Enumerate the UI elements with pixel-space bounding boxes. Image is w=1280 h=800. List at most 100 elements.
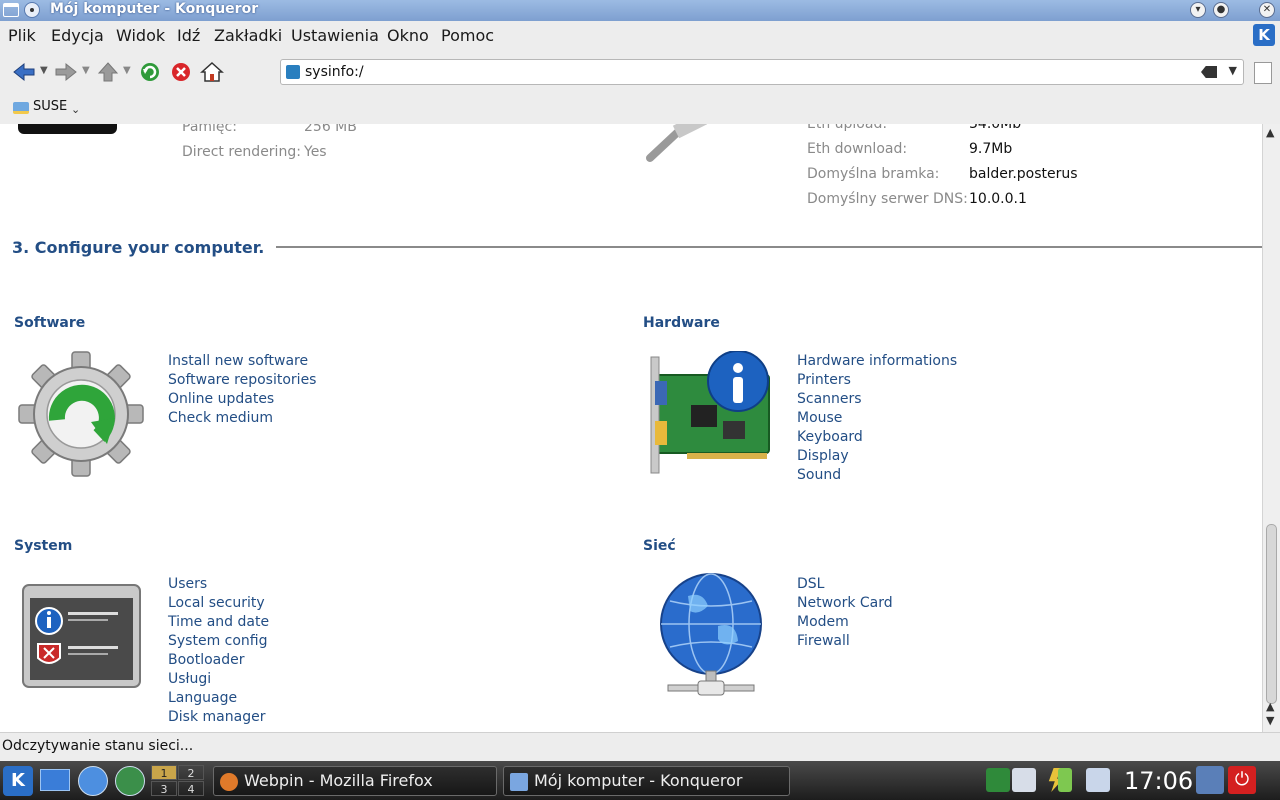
battery-icon[interactable] [1058,768,1072,792]
category-title-system[interactable]: System [14,538,72,554]
chevron-down-icon[interactable]: ⌄ [71,103,80,116]
link-printers[interactable]: Printers [797,372,851,388]
desktop-pager[interactable]: 1 2 3 4 [151,765,207,797]
folder-icon [13,102,29,114]
link-sound[interactable]: Sound [797,467,841,483]
kde-logo-icon: K [1253,24,1275,46]
network-monitor-icon[interactable] [1086,768,1110,792]
menu-go[interactable]: Idź [177,26,200,45]
vertical-scrollbar[interactable]: ▲ ▲ ▼ [1262,124,1280,732]
link-services[interactable]: Usługi [168,671,211,687]
task-firefox[interactable]: Webpin - Mozilla Firefox [213,766,497,796]
minimize-button[interactable]: ▾ [1190,2,1206,18]
menu-file[interactable]: Plik [8,26,36,45]
pci-card-info-icon[interactable] [647,351,773,477]
pager-desktop-4[interactable]: 4 [178,781,204,796]
kde-menu-icon[interactable]: K [3,766,33,796]
pin-icon[interactable] [24,2,40,18]
toolbar: ▼ ▼ ▼ ▼ [0,50,1280,94]
pager-desktop-1[interactable]: 1 [151,765,177,780]
gear-update-icon[interactable] [18,351,144,477]
link-online-updates[interactable]: Online updates [168,391,274,407]
info-key: Pamięć: [182,124,237,135]
forward-history-arrow-icon[interactable]: ▼ [82,65,90,76]
info-key: Domyślna bramka: [807,166,940,182]
network-icon[interactable] [115,766,145,796]
stop-icon[interactable] [169,61,193,83]
category-title-network[interactable]: Sieć [643,538,676,554]
link-display[interactable]: Display [797,448,849,464]
show-desktop-icon[interactable] [40,769,70,791]
menu-settings[interactable]: Ustawienia [291,26,379,45]
link-hardware-informations[interactable]: Hardware informations [797,353,957,369]
section-title: 3. Configure your computer. [12,238,265,257]
link-firewall[interactable]: Firewall [797,633,850,649]
info-value: 10.0.0.1 [969,191,1027,207]
bookmark-folder-suse[interactable]: SUSE [33,99,67,114]
category-title-hardware[interactable]: Hardware [643,315,720,331]
home-icon[interactable] [200,61,224,83]
address-bar[interactable]: ▼ [280,59,1244,85]
category-title-software[interactable]: Software [14,315,85,331]
network-cable-icon [646,124,708,162]
up-icon[interactable] [96,61,120,83]
link-system-config[interactable]: System config [168,633,268,649]
taskbar: K 1 2 3 4 Webpin - Mozilla Firefox Mój k… [0,761,1280,800]
title-bar[interactable]: Mój komputer - Konqueror ▾ ● ✕ [0,0,1280,21]
link-modem[interactable]: Modem [797,614,849,630]
sysinfo-favicon-icon [286,65,300,79]
link-bootloader[interactable]: Bootloader [168,652,245,668]
status-bar: Odczytywanie stanu sieci... [0,732,1280,761]
document-icon[interactable] [1254,62,1272,84]
menu-bookmarks[interactable]: Zakładki [214,26,282,45]
menu-edit[interactable]: Edycja [51,26,104,45]
nvidia-icon[interactable] [986,768,1010,792]
lock-screen-icon[interactable] [1196,766,1224,794]
link-language[interactable]: Language [168,690,237,706]
link-keyboard[interactable]: Keyboard [797,429,863,445]
link-check-medium[interactable]: Check medium [168,410,273,426]
reload-icon[interactable] [138,61,162,83]
browser-icon[interactable] [78,766,108,796]
address-history-dropdown-icon[interactable]: ▼ [1229,64,1237,77]
chat-icon[interactable] [1012,768,1036,792]
scroll-up-icon[interactable]: ▲ [1266,126,1274,139]
back-history-arrow-icon[interactable]: ▼ [40,65,48,76]
link-scanners[interactable]: Scanners [797,391,862,407]
back-icon[interactable] [12,61,36,83]
menu-view[interactable]: Widok [116,26,165,45]
link-software-repositories[interactable]: Software repositories [168,372,316,388]
link-mouse[interactable]: Mouse [797,410,842,426]
info-value: 34.0Mb [969,124,1022,132]
task-konqueror[interactable]: Mój komputer - Konqueror [503,766,790,796]
menu-window[interactable]: Okno [387,26,429,45]
window-menu-icon[interactable] [3,3,19,17]
link-dsl[interactable]: DSL [797,576,824,592]
window-title: Mój komputer - Konqueror [50,1,259,17]
system-panel-icon[interactable] [22,584,142,690]
info-value: 256 MB [304,124,357,135]
maximize-button[interactable]: ● [1213,2,1229,18]
link-users[interactable]: Users [168,576,207,592]
scroll-thumb[interactable] [1266,524,1277,704]
info-key: Direct rendering: [182,144,301,160]
logout-icon[interactable]: ⏻ [1228,766,1256,794]
scroll-down-icon[interactable]: ▼ [1266,714,1274,727]
scroll-up-icon[interactable]: ▲ [1266,700,1274,713]
up-history-arrow-icon[interactable]: ▼ [123,65,131,76]
link-time-and-date[interactable]: Time and date [168,614,269,630]
pager-desktop-2[interactable]: 2 [178,765,204,780]
menu-help[interactable]: Pomoc [441,26,494,45]
menu-bar: Plik Edycja Widok Idź Zakładki Ustawieni… [0,21,1280,50]
clock[interactable]: 17:06 [1124,767,1193,795]
address-input[interactable] [305,62,1205,82]
forward-icon[interactable] [54,61,78,83]
pager-desktop-3[interactable]: 3 [151,781,177,796]
close-button[interactable]: ✕ [1259,2,1275,18]
link-disk-manager[interactable]: Disk manager [168,709,265,725]
globe-network-icon[interactable] [658,571,764,703]
task-label: Mój komputer - Konqueror [534,771,743,790]
link-install-new-software[interactable]: Install new software [168,353,308,369]
link-local-security[interactable]: Local security [168,595,265,611]
link-network-card[interactable]: Network Card [797,595,893,611]
